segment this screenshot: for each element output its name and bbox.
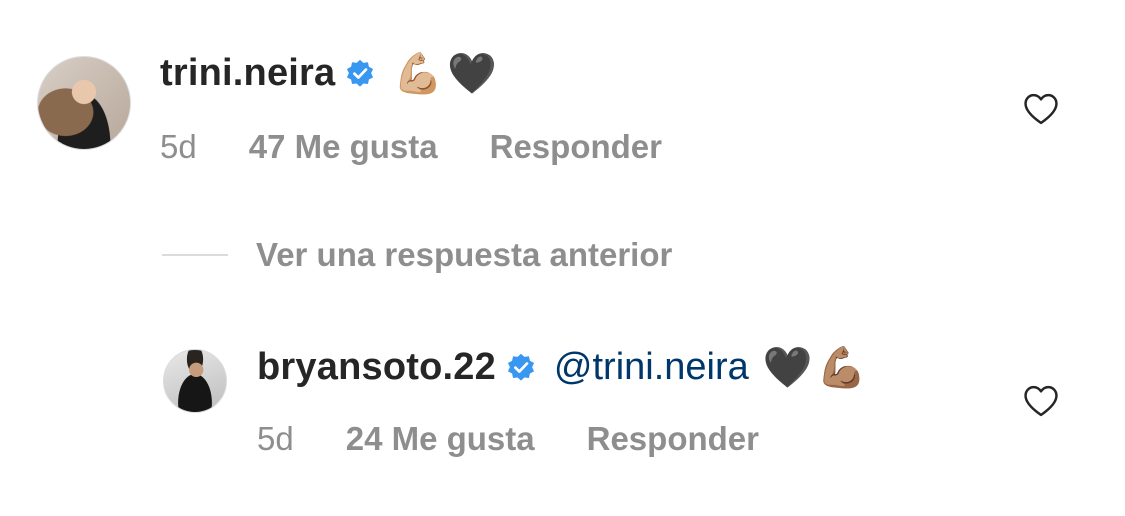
reply-button[interactable]: Responder (490, 128, 662, 166)
likes-count[interactable]: 24 Me gusta (346, 420, 535, 458)
view-previous-replies[interactable]: Ver una respuesta anterior (162, 236, 672, 274)
view-replies-label[interactable]: Ver una respuesta anterior (256, 236, 672, 274)
reply-button[interactable]: Responder (587, 420, 759, 458)
flexed-biceps-emoji: 💪🏼 (393, 51, 444, 96)
timestamp: 5d (160, 128, 197, 165)
username[interactable]: trini.neira (160, 52, 335, 95)
verified-badge-icon (507, 353, 534, 381)
black-heart-emoji: 🖤 (762, 345, 813, 390)
black-heart-emoji: 🖤 (447, 51, 497, 96)
comment-header: bryansoto.22 @trini.neira 🖤 💪🏽 (257, 346, 870, 389)
avatar[interactable] (37, 56, 131, 150)
likes-count[interactable]: 47 Me gusta (249, 128, 438, 166)
reply-thread-line (162, 254, 228, 256)
avatar[interactable] (163, 349, 227, 413)
comment-header: trini.neira 💪🏼 🖤 (160, 52, 501, 95)
flexed-biceps-emoji: 💪🏽 (816, 345, 867, 390)
comment-meta: 5d 24 Me gusta Responder (257, 420, 759, 458)
username[interactable]: bryansoto.22 (257, 346, 496, 389)
comment-meta: 5d 47 Me gusta Responder (160, 128, 662, 166)
heart-outline-icon[interactable] (1022, 384, 1060, 418)
heart-outline-icon[interactable] (1022, 92, 1060, 126)
mention-link[interactable]: @trini.neira (554, 346, 749, 389)
timestamp: 5d (257, 420, 294, 457)
verified-badge-icon (347, 59, 374, 87)
